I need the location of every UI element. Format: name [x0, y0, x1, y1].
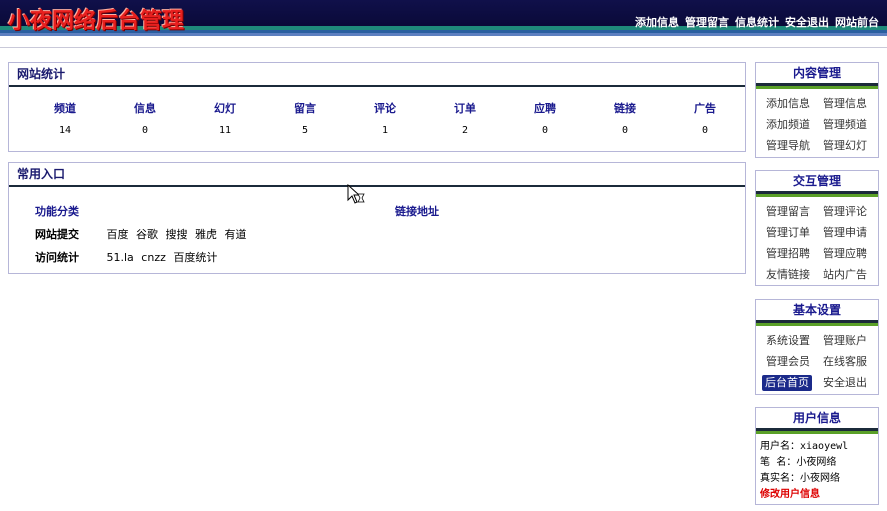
realname-label: 真实名：: [760, 473, 800, 484]
divider: [0, 47, 887, 48]
user-info-block: 用户名：xiaoyewl 笔 名：小夜网络 真实名：小夜网络 修改用户信息: [756, 431, 878, 507]
stats-value: 0: [141, 124, 149, 136]
sidebar-item-manage-info[interactable]: 管理信息: [819, 96, 876, 112]
link-baidu-tongji[interactable]: 百度统计: [173, 251, 217, 264]
col-links-header: 链接地址: [395, 205, 439, 218]
realname-value: 小夜网络: [800, 473, 840, 484]
sidebar-basic-settings: 基本设置 系统设置 管理账户 管理会员 在线客服 后台首页 安全退出: [755, 299, 879, 395]
stats-value: 2: [461, 124, 469, 136]
sidebar-item-logout[interactable]: 安全退出: [819, 375, 876, 391]
sidebar-links: 管理留言 管理评论 管理订单 管理申请 管理招聘 管理应聘 友情链接 站内广告: [756, 194, 878, 287]
nav-info-stats[interactable]: 信息统计: [735, 14, 779, 30]
sidebar-item-manage-recruit[interactable]: 管理招聘: [762, 246, 819, 262]
stats-value: 0: [541, 124, 549, 136]
sidebar-item-manage-members[interactable]: 管理会员: [762, 354, 819, 370]
sidebar-item-system-settings[interactable]: 系统设置: [762, 333, 819, 349]
stats-col-messages: 留言: [294, 102, 316, 115]
stats-value: 0: [701, 124, 709, 136]
entry-header-row: 功能分类: [35, 203, 79, 219]
site-logo[interactable]: 小夜网络后台管理: [8, 3, 184, 35]
link-google[interactable]: 谷歌: [136, 228, 158, 241]
top-nav: 添加信息 管理留言 信息统计 安全退出 网站前台: [635, 14, 879, 30]
sidebar-item-manage-messages[interactable]: 管理留言: [762, 204, 819, 220]
mouse-cursor-icon: [347, 184, 365, 204]
entry-row-stats: 访问统计 51.la cnzz 百度统计: [35, 249, 221, 265]
sidebar-item-manage-requests[interactable]: 管理申请: [819, 225, 876, 241]
sidebar-title: 用户信息: [756, 408, 878, 434]
sidebar-item-manage-nav[interactable]: 管理导航: [762, 138, 819, 154]
stats-col-slides: 幻灯: [214, 102, 236, 115]
edit-user-line: 修改用户信息: [760, 487, 874, 503]
stats-col-links: 链接: [614, 102, 636, 115]
entry-row-submit: 网站提交 百度 谷歌 搜搜 雅虎 有道: [35, 226, 251, 242]
sidebar-item-manage-channel[interactable]: 管理频道: [819, 117, 876, 133]
link-51la[interactable]: 51.la: [107, 251, 134, 264]
stats-col-applications: 应聘: [534, 102, 556, 115]
top-header: 小夜网络后台管理 添加信息 管理留言 信息统计 安全退出 网站前台: [0, 0, 887, 36]
sidebar-user-info: 用户信息 用户名：xiaoyewl 笔 名：小夜网络 真实名：小夜网络 修改用户…: [755, 407, 879, 505]
link-baidu[interactable]: 百度: [107, 228, 129, 241]
sidebar-item-manage-applicants[interactable]: 管理应聘: [819, 246, 876, 262]
username-line: 用户名：xiaoyewl: [760, 439, 874, 455]
sidebar-links: 系统设置 管理账户 管理会员 在线客服 后台首页 安全退出: [756, 323, 878, 395]
sidebar-item-online-service[interactable]: 在线客服: [819, 354, 876, 370]
realname-line: 真实名：小夜网络: [760, 471, 874, 487]
sidebar-content-management: 内容管理 添加信息 管理信息 添加频道 管理频道 管理导航 管理幻灯: [755, 62, 879, 158]
stats-col-info: 信息: [134, 102, 156, 115]
link-soso[interactable]: 搜搜: [166, 228, 188, 241]
stats-col-comments: 评论: [374, 102, 396, 115]
link-yahoo[interactable]: 雅虎: [195, 228, 217, 241]
row-label: 网站提交: [35, 228, 79, 241]
stats-col-ads: 广告: [694, 102, 716, 115]
col-category-header: 功能分类: [35, 205, 79, 218]
sidebar-item-add-info[interactable]: 添加信息: [762, 96, 819, 112]
stats-value-row: 14 0 11 5 1 2 0 0 0: [25, 119, 745, 141]
nav-add-info[interactable]: 添加信息: [635, 14, 679, 30]
sidebar-item-manage-orders[interactable]: 管理订单: [762, 225, 819, 241]
stats-value: 11: [218, 124, 232, 136]
row-label: 访问统计: [35, 251, 79, 264]
sidebar-item-friend-links[interactable]: 友情链接: [762, 267, 819, 283]
panel-title: 常用入口: [9, 163, 745, 187]
nav-manage-messages[interactable]: 管理留言: [685, 14, 729, 30]
link-cnzz[interactable]: cnzz: [141, 251, 166, 264]
stats-col-orders: 订单: [454, 102, 476, 115]
stats-value: 0: [621, 124, 629, 136]
sidebar-title: 内容管理: [756, 63, 878, 89]
sidebar-item-add-channel[interactable]: 添加频道: [762, 117, 819, 133]
nickname-label: 笔 名：: [760, 457, 797, 468]
stats-value: 1: [381, 124, 389, 136]
sidebar-title: 交互管理: [756, 171, 878, 197]
panel-title: 网站统计: [9, 63, 745, 87]
entry-header-row: 链接地址: [395, 203, 439, 219]
edit-user-info-link[interactable]: 修改用户信息: [760, 489, 820, 500]
sidebar-item-manage-account[interactable]: 管理账户: [819, 333, 876, 349]
sidebar-item-manage-comments[interactable]: 管理评论: [819, 204, 876, 220]
stats-col-channel: 频道: [54, 102, 76, 115]
common-entry-panel: 常用入口 功能分类 链接地址 网站提交 百度 谷歌 搜搜 雅虎 有道 访问统计 …: [8, 162, 746, 274]
sidebar-interaction-management: 交互管理 管理留言 管理评论 管理订单 管理申请 管理招聘 管理应聘 友情链接 …: [755, 170, 879, 286]
username-label: 用户名：: [760, 441, 800, 452]
sidebar-title: 基本设置: [756, 300, 878, 326]
stats-value: 14: [58, 124, 72, 136]
sidebar-item-site-ads[interactable]: 站内广告: [819, 267, 876, 283]
sidebar-item-admin-home[interactable]: 后台首页: [762, 375, 812, 391]
link-youdao[interactable]: 有道: [225, 228, 247, 241]
username-value: xiaoyewl: [800, 441, 849, 452]
stats-value: 5: [301, 124, 309, 136]
nickname-line: 笔 名：小夜网络: [760, 455, 874, 471]
sidebar-item-manage-slides[interactable]: 管理幻灯: [819, 138, 876, 154]
sidebar-links: 添加信息 管理信息 添加频道 管理频道 管理导航 管理幻灯: [756, 86, 878, 158]
stats-table: 频道 信息 幻灯 留言 评论 订单 应聘 链接 广告 14 0 11 5 1 2…: [25, 97, 745, 141]
site-stats-panel: 网站统计 频道 信息 幻灯 留言 评论 订单 应聘 链接 广告 14 0 11 …: [8, 62, 746, 152]
stats-header-row: 频道 信息 幻灯 留言 评论 订单 应聘 链接 广告: [25, 97, 745, 119]
nav-logout[interactable]: 安全退出: [785, 14, 829, 30]
nav-site-frontend[interactable]: 网站前台: [835, 14, 879, 30]
nickname-value: 小夜网络: [796, 457, 837, 468]
